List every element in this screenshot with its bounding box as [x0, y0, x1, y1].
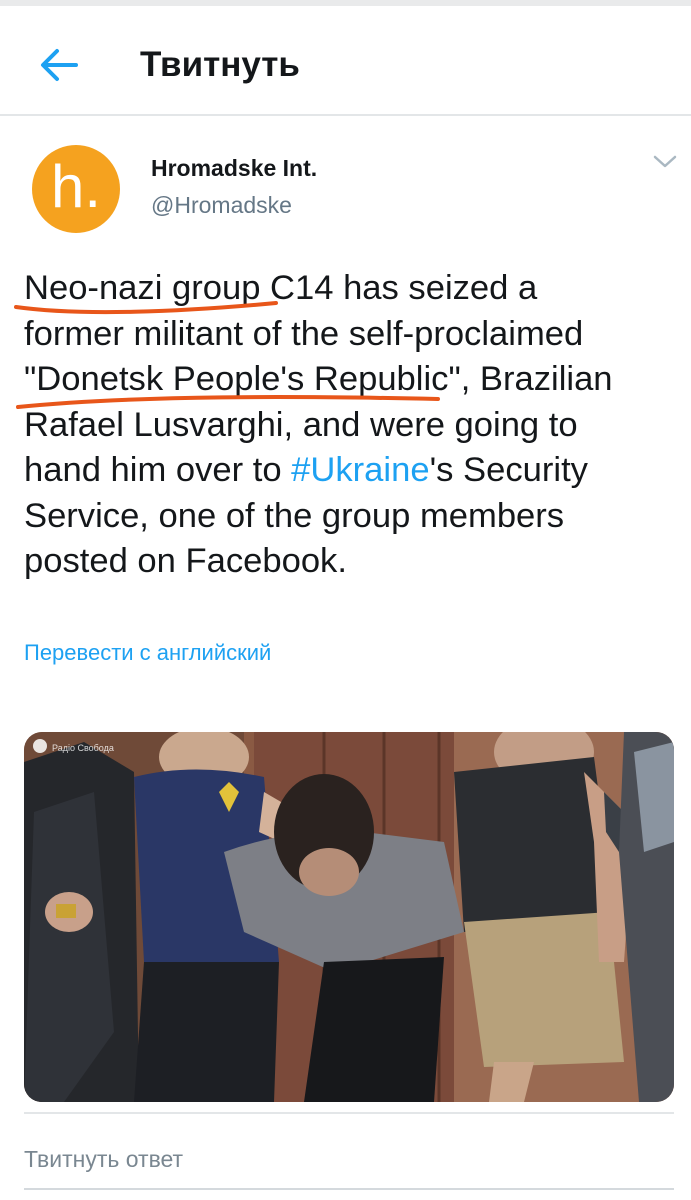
- image-watermark: Радіо Свобода: [52, 743, 114, 753]
- tweet-text-segment: 's Security: [429, 451, 588, 489]
- hashtag-link[interactable]: #Ukraine: [291, 451, 429, 489]
- tweet-line: posted on Facebook.: [24, 542, 347, 580]
- tweet-text: Neo-nazi group C14 has seized a former m…: [24, 266, 674, 585]
- avatar-letter: h.: [50, 153, 102, 220]
- translate-link[interactable]: Перевести с английский: [24, 640, 271, 666]
- avatar[interactable]: h.: [32, 145, 120, 233]
- author-name[interactable]: Hromadske Int.: [151, 155, 317, 182]
- tweet-line: Neo-nazi group C14 has seized a: [24, 269, 538, 307]
- reply-input-underline: [24, 1188, 674, 1190]
- tweet-text-segment: hand him over to: [24, 451, 292, 489]
- app-bar: Твитнуть: [0, 6, 691, 116]
- tweet-line: Service, one of the group members: [24, 496, 565, 535]
- chevron-down-icon[interactable]: [650, 150, 680, 174]
- page-title: Твитнуть: [140, 45, 300, 84]
- back-arrow-icon[interactable]: [34, 40, 84, 90]
- tweet-line: Rafael Lusvarghi, and were going to: [24, 405, 578, 444]
- tweet-line-with-hashtag: hand him over to #Ukraine's Security: [24, 448, 674, 494]
- tweet-line: former militant of the self-proclaimed: [24, 314, 584, 353]
- author-handle[interactable]: @Hromadske: [151, 192, 292, 219]
- tweet-line: "Donetsk People's Republic", Brazilian: [24, 360, 613, 398]
- reply-input[interactable]: Твитнуть ответ: [24, 1146, 183, 1173]
- divider: [24, 1112, 674, 1114]
- tweet-image[interactable]: Радіо Свобода: [24, 732, 674, 1102]
